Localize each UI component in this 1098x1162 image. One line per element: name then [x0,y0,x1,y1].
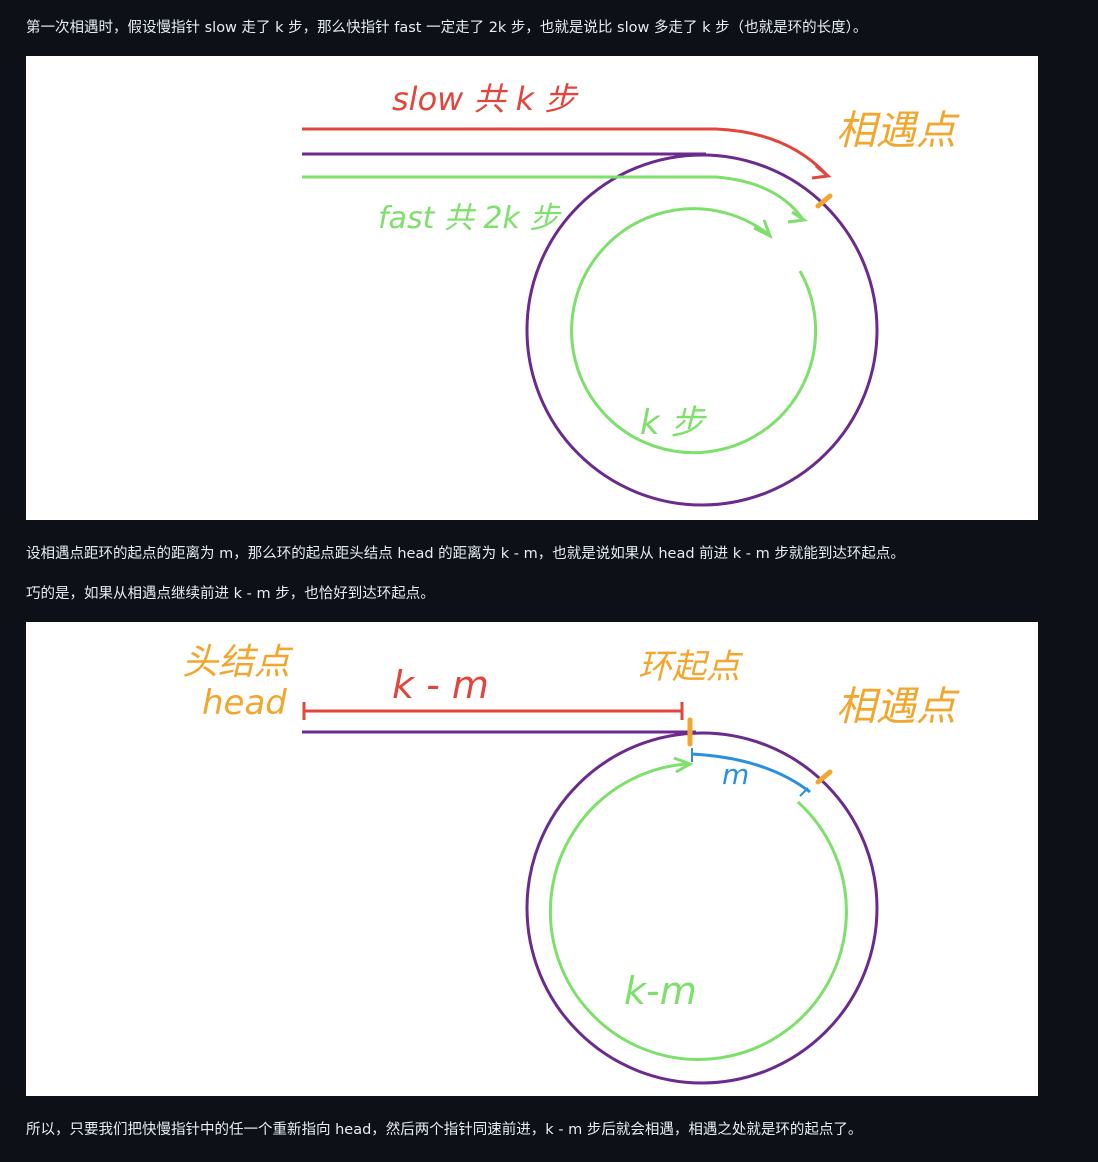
loop-k-label: k 步 [640,403,707,443]
fast-label: fast 共 2k 步 [378,201,562,236]
k-minus-m-top-label: k - m [392,663,489,707]
first-meeting-diagram: slow 共 k 步 fast 共 2k 步 相遇点 k 步 [302,80,960,507]
ring-start-label: 环起点 [638,647,744,687]
head-node-label: 头结点 [182,642,294,683]
paragraph-distance-m: 设相遇点距环的起点的距离为 m，那么环的起点距头结点 head 的距离为 k -… [26,546,905,562]
list-loop-circle [525,731,879,1085]
m-label: m [722,758,749,791]
k-minus-m-diagram: 头结点 head k - m 环起点 相遇点 m k-m [182,642,960,1085]
slow-label: slow 共 k 步 [392,80,579,118]
figure-first-meeting: slow 共 k 步 fast 共 2k 步 相遇点 k 步 [26,56,1038,520]
loop-k-minus-m-path [548,762,848,1061]
paragraph-first-meeting: 第一次相遇时，假设慢指针 slow 走了 k 步，那么快指针 fast 一定走了… [26,20,868,36]
head-label: head [202,683,287,723]
loop-k-minus-m-label: k-m [624,969,697,1013]
slow-path-line [302,127,828,176]
meeting-point-label: 相遇点 [836,108,960,154]
paragraph-coincidence: 巧的是，如果从相遇点继续前进 k - m 步，也恰好到达环起点。 [26,586,435,602]
meeting-point-label: 相遇点 [836,684,960,730]
paragraph-conclusion: 所以，只要我们把快慢指针中的任一个重新指向 head，然后两个指针同速前进，k … [26,1122,863,1138]
fast-arrowhead [787,210,809,224]
figure-k-minus-m: 头结点 head k - m 环起点 相遇点 m k-m [26,622,1038,1096]
